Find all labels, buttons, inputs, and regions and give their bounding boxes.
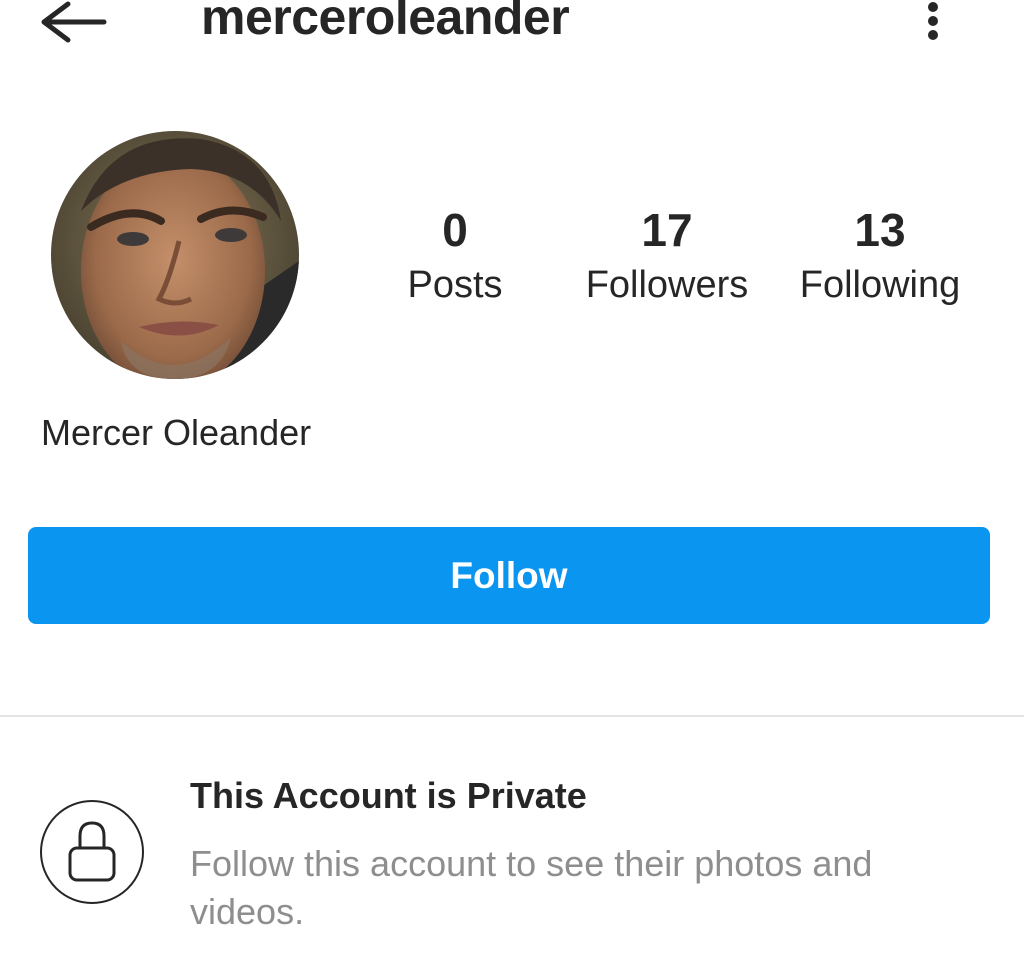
following-count: 13 xyxy=(854,204,906,256)
profile-stats: 0 Posts 17 Followers 13 Following xyxy=(380,200,980,330)
posts-stat[interactable]: 0 Posts xyxy=(380,200,530,308)
posts-label: Posts xyxy=(407,264,503,306)
private-account-title: This Account is Private xyxy=(190,775,587,816)
profile-screen: merceroleander 0 Posts 17 Followers 13 F… xyxy=(0,0,1024,958)
profile-username: merceroleander xyxy=(201,0,570,45)
followers-stat[interactable]: 17 Followers xyxy=(576,200,758,308)
avatar-photo xyxy=(51,131,299,379)
section-divider xyxy=(0,715,1024,717)
top-bar: merceroleander xyxy=(0,0,1024,60)
followers-count: 17 xyxy=(641,204,693,256)
following-stat[interactable]: 13 Following xyxy=(790,200,970,308)
private-account-description: Follow this account to see their photos … xyxy=(190,843,873,932)
display-name: Mercer Oleander xyxy=(41,412,312,453)
profile-avatar[interactable] xyxy=(51,131,299,379)
follow-button[interactable]: Follow xyxy=(28,527,990,624)
followers-label: Followers xyxy=(585,264,749,306)
posts-count: 0 xyxy=(442,204,468,256)
following-label: Following xyxy=(799,264,961,306)
more-options-icon[interactable] xyxy=(918,0,948,48)
lock-icon xyxy=(40,800,144,904)
back-arrow-icon[interactable] xyxy=(38,0,110,50)
